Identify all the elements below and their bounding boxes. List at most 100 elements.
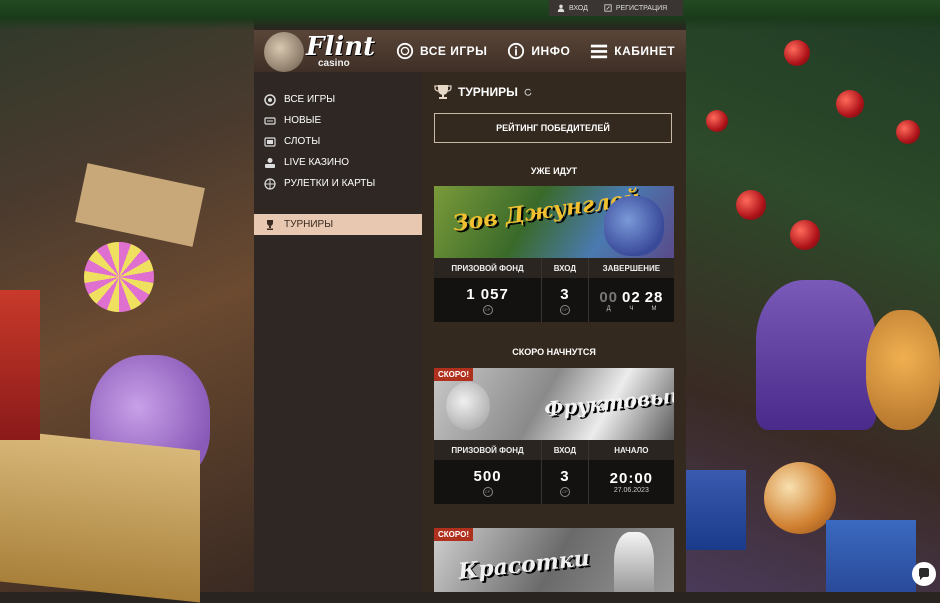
section-running-heading: УЖЕ ИДУТ: [530, 166, 578, 176]
sidebar-item-label: LIVE КАЗИНО: [284, 157, 350, 168]
edit-icon: [604, 4, 612, 12]
rocking-horse-decoration: [756, 280, 876, 430]
soon-badge: СКОРО!: [434, 368, 473, 381]
sidebar-item-label: ВСЕ ИГРЫ: [284, 94, 336, 105]
logo-sub: casino: [318, 58, 350, 69]
sidebar-item-tournaments[interactable]: ТУРНИРЫ: [254, 214, 422, 235]
entry-header: ВХОД: [542, 440, 588, 460]
sidebar-item-label: СЛОТЫ: [284, 136, 321, 147]
toy-box-decoration: [0, 429, 200, 603]
logo-mascot-icon: [264, 32, 304, 72]
ornament-decoration: [706, 110, 728, 132]
start-date: 27.06.2023: [613, 487, 649, 494]
sidebar-item-label: НОВЫЕ: [284, 115, 322, 126]
nav-all-games[interactable]: ВСЕ ИГРЫ: [386, 30, 497, 72]
nav-cabinet-label: КАБИНЕТ: [614, 44, 676, 58]
teddy-bear-decoration: [866, 310, 940, 430]
start-stat: НАЧАЛО 20:00 27.06.2023: [588, 440, 674, 504]
entry-stat: ВХОД 3 СР: [542, 258, 589, 322]
entry-value-box: 3 СР: [542, 278, 588, 322]
entry-header: ВХОД: [542, 258, 588, 278]
register-button[interactable]: РЕГИСТРАЦИЯ: [596, 0, 675, 16]
sidebar-item-live-casino[interactable]: LIVE КАЗИНО: [254, 152, 422, 173]
prize-stat: ПРИЗОВОЙ ФОНД 1 057 СР: [434, 258, 543, 322]
countdown-box: 00 Д 02 Ч 28 М: [588, 278, 674, 322]
end-stat: ЗАВЕРШЕНИЕ 00 Д 02 Ч 28 М: [588, 258, 674, 322]
garland-decoration: [0, 0, 940, 30]
chip-icon: [396, 42, 414, 60]
start-header: НАЧАЛО: [588, 440, 674, 460]
timer-hours: 02: [622, 288, 641, 306]
tournament-card[interactable]: СКОРО! Красотки: [434, 528, 674, 592]
sidebar-item-roulette[interactable]: РУЛЕТКИ И КАРТЫ: [254, 173, 422, 194]
lollipop-decoration: [84, 242, 154, 312]
prize-value-box: 500 СР: [434, 460, 542, 504]
nav-cabinet[interactable]: КАБИНЕТ: [580, 30, 685, 72]
gift-box-decoration: [686, 470, 746, 550]
flint-casino-logo[interactable]: Flint casino: [264, 28, 375, 74]
page-title-row: ТУРНИРЫ: [434, 84, 532, 100]
chip-icon: [264, 93, 276, 106]
new-icon: [264, 116, 276, 125]
sidebar-item-slots[interactable]: СЛОТЫ: [254, 131, 422, 152]
timer-minutes-unit: М: [651, 305, 657, 312]
book-decoration: [75, 163, 205, 247]
page-title: ТУРНИРЫ: [458, 85, 518, 99]
banner-title: Красотки: [457, 545, 591, 585]
entry-value: 3: [560, 285, 570, 303]
entry-value-box: 3 СР: [542, 460, 588, 504]
tournament-banner-image[interactable]: СКОРО! Фруктовый: [434, 368, 674, 440]
ornament-decoration: [736, 190, 766, 220]
winners-rating-button[interactable]: РЕЙТИНГ ПОБЕДИТЕЛЕЙ: [434, 113, 672, 143]
dealer-icon: [265, 157, 275, 168]
tournament-card[interactable]: Зов Джунглей ПРИЗОВОЙ ФОНД 1 057 СР ВХОД…: [434, 186, 674, 322]
sidebar-item-new[interactable]: НОВЫЕ: [254, 110, 422, 131]
soon-badge: СКОРО!: [434, 528, 473, 541]
ornament-decoration: [896, 120, 920, 144]
fruit-character-illustration: [446, 382, 490, 430]
chat-button[interactable]: [912, 562, 936, 586]
toy-soldier-decoration: [0, 290, 40, 440]
login-label: ВХОД: [569, 4, 588, 12]
currency-icon: СР: [559, 486, 570, 497]
sidebar: ВСЕ ИГРЫ НОВЫЕ СЛОТЫ LIVE КАЗИНО РУЛЕТКИ…: [254, 72, 422, 592]
gift-box-decoration: [826, 520, 916, 592]
section-soon-heading: СКОРО НАЧНУТСЯ: [512, 347, 596, 357]
refresh-icon[interactable]: [524, 88, 532, 96]
ornament-decoration: [836, 90, 864, 118]
chat-bubble-icon: [918, 568, 929, 580]
tournament-banner-image[interactable]: СКОРО! Красотки: [434, 528, 674, 592]
entry-value: 3: [560, 467, 570, 485]
tournament-banner-image[interactable]: Зов Джунглей: [434, 186, 674, 258]
timer-hours-unit: Ч: [629, 305, 634, 312]
timer-days-unit: Д: [606, 305, 611, 312]
slot-icon: [264, 136, 276, 147]
nav-info-label: ИНФО: [531, 44, 571, 58]
nav-info[interactable]: ИНФО: [497, 30, 580, 72]
top-nav: ВСЕ ИГРЫ ИНФО КАБИНЕТ: [386, 30, 685, 72]
gorilla-illustration: [604, 196, 664, 256]
tournament-card[interactable]: СКОРО! Фруктовый ПРИЗОВОЙ ФОНД 500 СР ВХ…: [434, 368, 674, 504]
prize-value: 500: [473, 467, 502, 485]
nav-all-games-label: ВСЕ ИГРЫ: [420, 44, 488, 58]
sidebar-item-all-games[interactable]: ВСЕ ИГРЫ: [254, 89, 422, 110]
background-left-scene: [0, 0, 254, 603]
tournament-stats: ПРИЗОВОЙ ФОНД 500 СР ВХОД 3 СР НАЧАЛО 20…: [434, 440, 674, 504]
user-icon: [557, 4, 565, 12]
currency-icon: СР: [482, 486, 493, 497]
banner-title: Фруктовый: [543, 382, 674, 422]
info-icon: [508, 42, 525, 60]
register-label: РЕГИСТРАЦИЯ: [615, 4, 668, 12]
auth-bar: ВХОД РЕГИСТРАЦИЯ: [549, 0, 683, 16]
countdown-timer: 00 Д 02 Ч 28 М: [599, 289, 663, 312]
currency-icon: СР: [482, 304, 493, 315]
prize-header: ПРИЗОВОЙ ФОНД: [434, 440, 542, 460]
trophy-icon: [434, 85, 452, 99]
prize-header: ПРИЗОВОЙ ФОНД: [434, 258, 542, 278]
timer-minutes: 28: [644, 288, 664, 306]
login-button[interactable]: ВХОД: [549, 0, 596, 16]
start-value-box: 20:00 27.06.2023: [588, 460, 674, 504]
prize-stat: ПРИЗОВОЙ ФОНД 500 СР: [434, 440, 543, 504]
ornament-decoration: [790, 220, 820, 250]
start-time: 20:00: [609, 470, 654, 487]
